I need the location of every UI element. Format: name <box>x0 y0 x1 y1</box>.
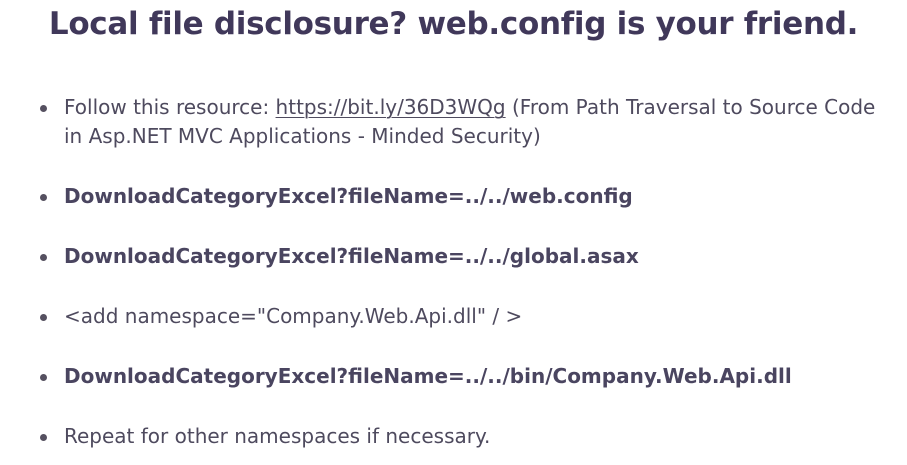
slide-title: Local file disclosure? web.config is you… <box>48 6 859 42</box>
bullet-dot-icon <box>40 254 47 261</box>
bullet-dot-icon <box>40 314 47 321</box>
bullet-list: Follow this resource: https://bit.ly/36D… <box>36 93 886 451</box>
bullet-dot-icon <box>40 374 47 381</box>
slide: Local file disclosure? web.config is you… <box>0 0 907 465</box>
bullet-api-dll-text: DownloadCategoryExcel?fileName=../../bin… <box>64 364 792 388</box>
bullet-web-config: DownloadCategoryExcel?fileName=../../web… <box>36 182 886 211</box>
bullet-global-asax: DownloadCategoryExcel?fileName=../../glo… <box>36 242 886 271</box>
bullet-namespace-text: <add namespace="Company.Web.Api.dll" / > <box>64 304 523 328</box>
resource-link[interactable]: https://bit.ly/36D3WQg <box>276 95 506 119</box>
bullet-repeat: Repeat for other namespaces if necessary… <box>36 422 886 451</box>
bullet-resource-prefix: Follow this resource: <box>64 95 276 119</box>
bullet-dot-icon <box>40 434 47 441</box>
bullet-api-dll: DownloadCategoryExcel?fileName=../../bin… <box>36 362 886 391</box>
bullet-global-asax-text: DownloadCategoryExcel?fileName=../../glo… <box>64 244 639 268</box>
bullet-web-config-text: DownloadCategoryExcel?fileName=../../web… <box>64 184 633 208</box>
bullet-dot-icon <box>40 194 47 201</box>
bullet-resource: Follow this resource: https://bit.ly/36D… <box>36 93 886 151</box>
bullet-dot-icon <box>40 105 47 112</box>
bullet-namespace: <add namespace="Company.Web.Api.dll" / > <box>36 302 886 331</box>
bullet-repeat-text: Repeat for other namespaces if necessary… <box>64 424 491 448</box>
